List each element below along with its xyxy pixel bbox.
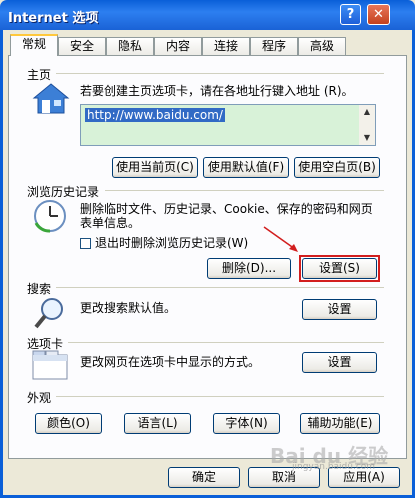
- appearance-section-label: 外观: [27, 391, 52, 405]
- ok-button[interactable]: 确定: [168, 467, 240, 488]
- tab-advanced[interactable]: 高级: [298, 37, 346, 55]
- colors-button[interactable]: 颜色(O): [35, 413, 102, 434]
- use-default-button[interactable]: 使用默认值(F): [203, 157, 289, 178]
- highlight-box: [299, 255, 380, 282]
- title-bar[interactable]: Internet 选项 ? ✕: [0, 0, 415, 30]
- appearance-divider: [56, 396, 384, 397]
- home-divider: [56, 73, 384, 74]
- search-description: 更改搜索默认值。: [80, 301, 177, 315]
- house-icon: [32, 83, 70, 114]
- history-description-2: 表单信息。: [80, 216, 141, 230]
- delete-on-exit-label[interactable]: 退出时删除浏览历史记录(W): [95, 236, 248, 250]
- home-address-box[interactable]: http://www.baidu.com/ ▲ ▼: [80, 104, 376, 146]
- help-button[interactable]: ?: [340, 4, 361, 25]
- delete-button[interactable]: 删除(D)...: [207, 258, 291, 279]
- tab-programs[interactable]: 程序: [250, 37, 298, 55]
- clock-icon: [34, 200, 66, 233]
- search-section-label: 搜索: [27, 282, 52, 296]
- tab-security[interactable]: 安全: [58, 37, 106, 55]
- tab-privacy[interactable]: 隐私: [106, 37, 154, 55]
- languages-button[interactable]: 语言(L): [124, 413, 191, 434]
- search-settings-button[interactable]: 设置: [302, 299, 377, 320]
- fonts-button[interactable]: 字体(N): [213, 413, 280, 434]
- scroll-down-icon[interactable]: ▼: [359, 131, 375, 145]
- use-blank-button[interactable]: 使用空白页(B): [294, 157, 380, 178]
- tab-connections[interactable]: 连接: [202, 37, 250, 55]
- scroll-up-icon[interactable]: ▲: [359, 105, 375, 119]
- search-divider: [56, 287, 384, 288]
- home-description: 若要创建主页选项卡，请在各地址行键入地址 (R)。: [80, 84, 354, 98]
- arrow-icon: [263, 226, 298, 252]
- tab-general[interactable]: 常规: [10, 34, 58, 56]
- history-divider: [105, 190, 384, 191]
- tabs-divider: [68, 342, 384, 343]
- history-description-1: 删除临时文件、历史记录、Cookie、保存的密码和网页: [80, 202, 373, 216]
- delete-on-exit-checkbox[interactable]: [80, 238, 91, 249]
- close-button[interactable]: ✕: [367, 4, 390, 25]
- use-current-button[interactable]: 使用当前页(C): [112, 157, 198, 178]
- accessibility-button[interactable]: 辅助功能(E): [300, 413, 380, 434]
- home-url[interactable]: http://www.baidu.com/: [85, 108, 225, 122]
- watermark-url: jingyan.baidu.com: [292, 462, 376, 472]
- tabs-description: 更改网页在选项卡中显示的方式。: [80, 355, 261, 369]
- tabs-settings-button[interactable]: 设置: [302, 352, 377, 373]
- magnifier-icon: [34, 298, 63, 329]
- window-title: Internet 选项: [8, 11, 99, 26]
- home-scrollbar[interactable]: ▲ ▼: [359, 105, 375, 145]
- tab-content[interactable]: 内容: [154, 37, 202, 55]
- tabbed-window-icon: [32, 350, 68, 380]
